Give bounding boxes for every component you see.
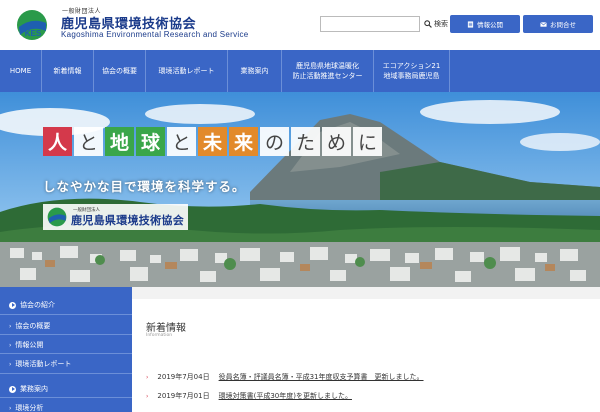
hero-tagline: しなやかな目で環境を科学する。	[43, 179, 246, 194]
divider	[0, 314, 132, 315]
nav-warming-center-label: 鹿児島県地球温暖化 防止活動推進センター	[292, 61, 363, 80]
main-nav: HOME 新着情報 協会の概要 環境活動レポート 業務案内 鹿児島県地球温暖化 …	[0, 50, 600, 92]
divider	[0, 334, 132, 335]
nav-services[interactable]: 業務案内	[228, 50, 282, 92]
chevron-right-icon: ›	[146, 392, 149, 400]
nav-home-label: HOME	[9, 66, 32, 75]
nav-home[interactable]: HOME	[0, 50, 42, 92]
headline-char: 人	[43, 127, 72, 156]
chevron-right-icon: ›	[146, 373, 149, 381]
site-header: KES 一般財団法人 鹿児島県環境技術協会 Kagoshima Environm…	[0, 0, 600, 50]
sidebar-section-services[interactable]: 業務案内	[9, 384, 48, 394]
nav-news-label: 新着情報	[53, 66, 82, 75]
chevron-right-icon: ›	[9, 322, 12, 330]
nav-eco-action[interactable]: エコアクション21 地域事務局鹿児島	[374, 50, 450, 92]
disclosure-button[interactable]: 情報公開	[450, 15, 520, 33]
search-input[interactable]	[320, 16, 420, 32]
search-icon	[424, 20, 432, 28]
news-panel: 新着情報 Information › 2019年7月04日 役員名簿・評議員名簿…	[132, 299, 600, 412]
headline-char: 来	[229, 127, 258, 156]
headline-char: の	[260, 127, 289, 156]
sidebar-item-label: 環境分析	[15, 404, 44, 412]
chevron-right-icon: ›	[9, 404, 12, 412]
headline-char: め	[322, 127, 351, 156]
divider	[0, 373, 132, 374]
search-button[interactable]: 検索	[424, 16, 448, 32]
news-item: › 2019年7月01日 環境対策書(平成30年度)を更新しました。	[146, 391, 352, 401]
nav-news[interactable]: 新着情報	[42, 50, 94, 92]
hero-banner: 人 と 地 球 と 未 来 の た め に しなやかな目で環境を科学する。 一般…	[0, 92, 600, 287]
chevron-right-icon: ›	[9, 341, 12, 349]
sidebar: 協会の紹介 › 協会の概要 › 情報公開 › 環境活動レポート 業務案内 › 環…	[0, 287, 132, 412]
sidebar-item-analysis[interactable]: › 環境分析	[9, 403, 43, 412]
sidebar-item-overview[interactable]: › 協会の概要	[9, 321, 50, 331]
sidebar-section-about[interactable]: 協会の紹介	[9, 300, 55, 310]
kes-logo-icon[interactable]: KES	[16, 9, 48, 41]
arrow-circle-icon	[9, 301, 16, 309]
news-subtitle: Information	[146, 333, 173, 338]
sidebar-item-disclosure[interactable]: › 情報公開	[9, 340, 43, 350]
kes-logo-icon	[47, 207, 67, 227]
search-label: 検索	[434, 20, 448, 28]
sidebar-item-label: 情報公開	[15, 341, 44, 349]
nav-about[interactable]: 協会の概要	[94, 50, 146, 92]
logo-text: KES	[25, 29, 42, 38]
nav-report[interactable]: 環境活動レポート	[146, 50, 228, 92]
nav-warming-center[interactable]: 鹿児島県地球温暖化 防止活動推進センター	[282, 50, 374, 92]
contact-label: お問合せ	[550, 21, 576, 29]
news-title: 新着情報	[146, 323, 186, 334]
news-link[interactable]: 役員名簿・評議員名簿・平成31年度収支予算書 更新しました。	[219, 372, 424, 382]
news-item: › 2019年7月04日 役員名簿・評議員名簿・平成31年度収支予算書 更新しま…	[146, 372, 424, 382]
sidebar-item-label: 協会の概要	[15, 322, 51, 330]
hero-logo-name: 鹿児島県環境技術協会	[71, 214, 184, 227]
sidebar-section-label: 協会の紹介	[20, 301, 55, 309]
sidebar-section-label: 業務案内	[20, 385, 48, 393]
nav-report-label: 環境活動レポート	[158, 66, 215, 75]
arrow-circle-icon	[9, 385, 16, 393]
sidebar-item-label: 環境活動レポート	[15, 360, 72, 368]
headline-char: と	[167, 127, 196, 156]
nav-about-label: 協会の概要	[102, 66, 137, 75]
news-date: 2019年7月01日	[157, 392, 210, 400]
headline-char: に	[353, 127, 382, 156]
headline-char: と	[74, 127, 103, 156]
divider	[0, 397, 132, 398]
disclosure-label: 情報公開	[477, 21, 503, 29]
headline-char: 球	[136, 127, 165, 156]
news-date: 2019年7月04日	[157, 373, 210, 381]
sidebar-item-report[interactable]: › 環境活動レポート	[9, 359, 71, 369]
news-link[interactable]: 環境対策書(平成30年度)を更新しました。	[219, 391, 352, 401]
headline-char: 地	[105, 127, 134, 156]
divider	[0, 353, 132, 354]
chevron-right-icon: ›	[9, 360, 12, 368]
headline-char: 未	[198, 127, 227, 156]
document-icon	[467, 20, 474, 28]
hero-logo-plate: 一般財団法人 鹿児島県環境技術協会	[43, 204, 188, 230]
org-name-english: Kagoshima Environmental Research and Ser…	[61, 30, 249, 39]
main-content: 新着情報 Information › 2019年7月04日 役員名簿・評議員名簿…	[132, 287, 600, 412]
contact-button[interactable]: お問合せ	[523, 15, 593, 33]
hero-headline: 人 と 地 球 と 未 来 の た め に	[43, 127, 382, 156]
nav-services-label: 業務案内	[240, 66, 269, 75]
headline-char: た	[291, 127, 320, 156]
mail-icon	[540, 21, 547, 27]
nav-eco-action-label: エコアクション21 地域事務局鹿児島	[382, 61, 441, 80]
